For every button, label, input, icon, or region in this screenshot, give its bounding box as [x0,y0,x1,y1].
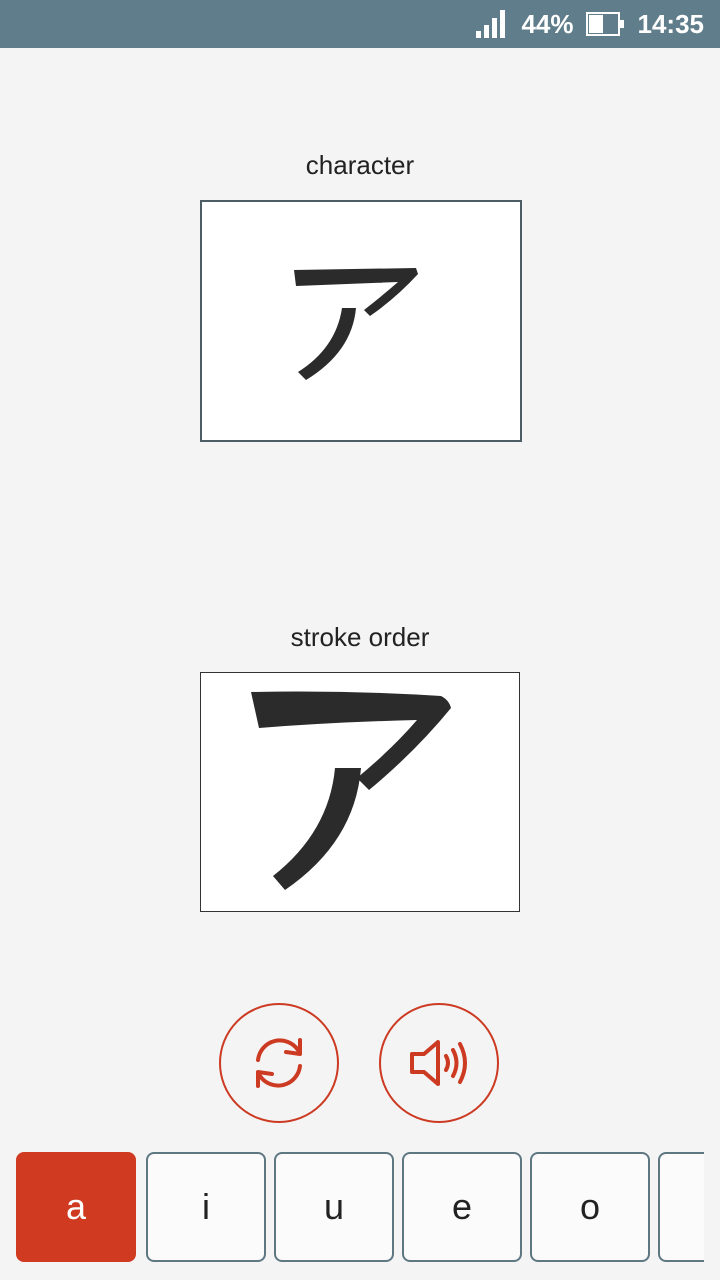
status-bar: 44% 14:35 [0,0,720,48]
sound-button[interactable] [379,1003,499,1123]
stroke-order-label: stroke order [290,622,430,652]
tab-next[interactable]: l [658,1152,704,1262]
tab-e[interactable]: e [402,1152,522,1262]
clock: 14:35 [637,8,705,39]
tab-u[interactable]: u [274,1152,394,1262]
battery-icon [585,12,624,36]
status-icons: 44% 14:35 [475,0,704,48]
refresh-icon [256,1038,302,1088]
character-card: ア [200,200,522,442]
tab-i[interactable]: i [146,1152,266,1262]
replay-button[interactable] [219,1003,339,1123]
tab-a[interactable]: a [16,1152,136,1262]
character-glyph [294,268,418,380]
vowel-tabs: a i u e o l [16,1152,704,1264]
speaker-icon [410,1040,467,1086]
character-label: character [305,150,415,180]
signal-icon [476,10,506,38]
tab-o[interactable]: o [530,1152,650,1262]
stroke-order-card: ア [200,672,520,912]
stroke-order-glyph [251,691,451,890]
battery-percent: 44% [521,8,574,39]
